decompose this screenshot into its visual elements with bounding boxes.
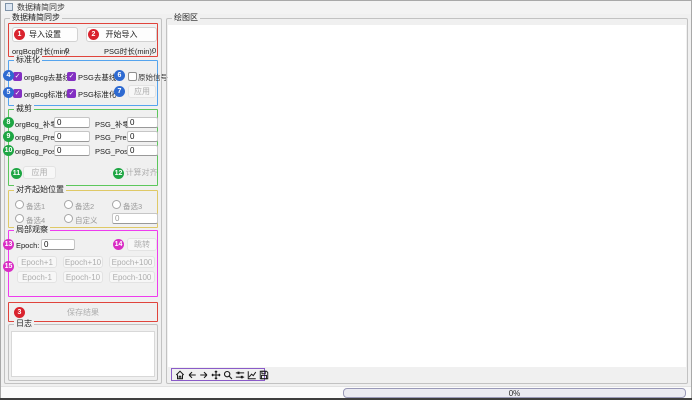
badge-6: 6 xyxy=(114,70,125,81)
progress-bar: 0% xyxy=(343,388,686,398)
align-option-radio-4[interactable] xyxy=(15,214,24,223)
align-custom-input[interactable] xyxy=(112,213,158,224)
orgbcg-duration-value: 0 xyxy=(65,46,69,55)
epoch-minus100-button[interactable]: Epoch-100 xyxy=(109,271,155,283)
align-option-radio-custom[interactable] xyxy=(64,214,73,223)
orgbcg-pre-input[interactable] xyxy=(54,131,90,142)
orgbcg-detrend-checkbox[interactable] xyxy=(13,72,22,81)
badge-12: 12 xyxy=(113,168,124,179)
zoom-icon[interactable] xyxy=(223,369,233,381)
crop-row-label: orgBcg_Pre: xyxy=(15,133,57,142)
window-title: 数据精简同步 xyxy=(17,2,65,13)
psg-pre-input[interactable] xyxy=(127,131,158,142)
orgbcg-post-input[interactable] xyxy=(54,145,90,156)
normalize-apply-button[interactable]: 应用 xyxy=(128,85,156,98)
left-panel-group: 数据精简同步 导入设置 1 开始导入 2 orgBcg时长(min): 0 PS… xyxy=(4,18,162,384)
orgbcg-normalize-label: orgBcg标准化 xyxy=(24,89,70,100)
normalize-section: 标准化 4 orgBcg去基线 PSG去基线 6 原始信号 5 orgBcg标准… xyxy=(8,60,158,106)
align-option-radio-3[interactable] xyxy=(112,200,121,209)
epoch-label: Epoch: xyxy=(16,241,39,250)
plot-canvas[interactable] xyxy=(168,25,686,367)
crop-row-label: PSG_Pre: xyxy=(95,133,129,142)
badge-15: 15 xyxy=(3,261,14,272)
badge-3: 3 xyxy=(14,307,25,318)
badge-4: 4 xyxy=(3,70,14,81)
badge-8: 8 xyxy=(3,117,14,128)
plot-panel-title: 绘图区 xyxy=(172,13,200,23)
badge-13: 13 xyxy=(3,239,14,250)
back-icon[interactable] xyxy=(187,369,197,381)
orgbcg-detrend-label: orgBcg去基线 xyxy=(24,72,70,83)
badge-14: 14 xyxy=(113,239,124,250)
align-option-radio-1[interactable] xyxy=(15,200,24,209)
plot-toolbar xyxy=(171,368,265,381)
raw-signal-label: 原始信号 xyxy=(138,72,168,83)
epoch-jump-button[interactable]: 跳转 xyxy=(127,238,157,251)
align-option-label: 备选2 xyxy=(75,201,94,212)
forward-icon[interactable] xyxy=(199,369,209,381)
align-option-label: 备选3 xyxy=(123,201,142,212)
badge-2: 2 xyxy=(88,29,99,40)
epoch-minus10-button[interactable]: Epoch-10 xyxy=(63,271,103,283)
align-option-radio-2[interactable] xyxy=(64,200,73,209)
epoch-section: 局部观察 13 Epoch: 14 跳转 15 Epoch+1 Epoch+10… xyxy=(8,230,158,297)
epoch-plus1-button[interactable]: Epoch+1 xyxy=(17,256,57,268)
epoch-plus100-button[interactable]: Epoch+100 xyxy=(109,256,155,268)
pan-icon[interactable] xyxy=(211,369,221,381)
badge-1: 1 xyxy=(14,29,25,40)
crop-apply-button[interactable]: 应用 xyxy=(23,166,56,179)
epoch-title: 局部观察 xyxy=(14,225,50,235)
import-section: 导入设置 1 开始导入 2 orgBcg时长(min): 0 PSG时长(min… xyxy=(8,23,158,57)
app-icon xyxy=(5,3,13,11)
save-icon[interactable] xyxy=(259,369,269,381)
badge-7: 7 xyxy=(114,86,125,97)
psg-normalize-label: PSG标准化 xyxy=(78,89,116,100)
align-section: 对齐起始位置 备选1 备选2 备选3 备选4 自定义 xyxy=(8,190,158,228)
psg-pad-input[interactable] xyxy=(127,117,158,128)
calc-align-button[interactable]: 计算对齐 xyxy=(125,166,158,179)
customize-icon[interactable] xyxy=(247,369,257,381)
orgbcg-normalize-checkbox[interactable] xyxy=(13,89,22,98)
save-results-button[interactable]: 保存结果 xyxy=(10,304,156,320)
psg-detrend-checkbox[interactable] xyxy=(67,72,76,81)
psg-normalize-checkbox[interactable] xyxy=(67,89,76,98)
title-bar: 数据精简同步 xyxy=(0,0,692,14)
psg-post-input[interactable] xyxy=(127,145,158,156)
align-option-label: 备选1 xyxy=(26,201,45,212)
align-title: 对齐起始位置 xyxy=(14,185,66,195)
epoch-input[interactable] xyxy=(41,239,75,250)
psg-duration-label: PSG时长(min): xyxy=(104,46,154,57)
log-title: 日志 xyxy=(14,319,34,329)
badge-5: 5 xyxy=(3,87,14,98)
badge-10: 10 xyxy=(3,145,14,156)
log-textarea[interactable] xyxy=(11,331,155,377)
crop-section: 裁剪 8 orgBcg_补零: PSG_补零: 9 orgBcg_Pre: PS… xyxy=(8,109,158,186)
log-group: 日志 xyxy=(8,324,158,381)
epoch-minus1-button[interactable]: Epoch-1 xyxy=(17,271,57,283)
psg-duration-value: 0 xyxy=(152,46,156,55)
raw-signal-checkbox[interactable] xyxy=(128,72,137,81)
badge-9: 9 xyxy=(3,131,14,142)
home-icon[interactable] xyxy=(175,369,185,381)
left-panel-title: 数据精简同步 xyxy=(10,13,62,23)
orgbcg-pad-input[interactable] xyxy=(54,117,90,128)
plot-panel-group: 绘图区 xyxy=(166,18,688,384)
crop-title: 裁剪 xyxy=(14,104,34,114)
psg-detrend-label: PSG去基线 xyxy=(78,72,116,83)
subplots-icon[interactable] xyxy=(235,369,245,381)
badge-11: 11 xyxy=(11,168,22,179)
normalize-title: 标准化 xyxy=(14,55,42,65)
align-option-label: 自定义 xyxy=(75,215,98,226)
epoch-plus10-button[interactable]: Epoch+10 xyxy=(63,256,103,268)
